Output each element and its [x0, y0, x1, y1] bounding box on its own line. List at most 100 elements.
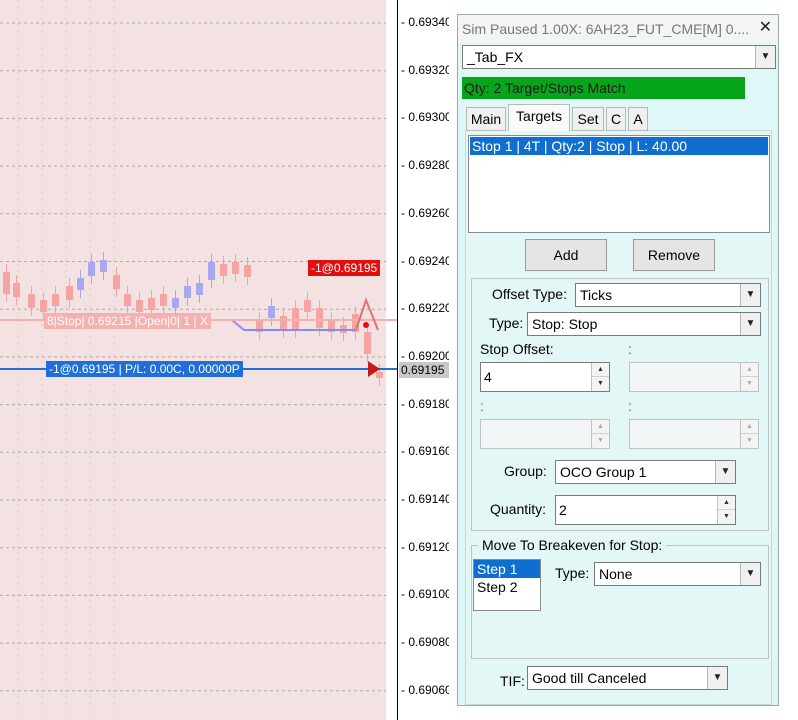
- spinner: ▲ ▼: [740, 420, 758, 448]
- breakeven-steps-list[interactable]: Step 1 Step 2: [473, 559, 541, 611]
- candle-body: [172, 298, 179, 308]
- price-axis-line: [397, 0, 398, 720]
- price-tick-label: - 0.69120: [401, 539, 452, 554]
- price-tick-label: - 0.69220: [401, 301, 452, 316]
- candle-body: [376, 372, 383, 378]
- disabled-stepper: ▲ ▼: [629, 362, 759, 392]
- type-value: Stop: Stop: [532, 316, 598, 332]
- candle-body: [280, 316, 287, 330]
- spinner[interactable]: ▲ ▼: [717, 496, 735, 524]
- candle-body: [13, 283, 20, 297]
- candle-body: [28, 294, 35, 308]
- price-chart[interactable]: [0, 0, 398, 720]
- candle-body: [316, 308, 323, 328]
- up-arrow-icon[interactable]: ▲: [592, 363, 609, 377]
- targets-list[interactable]: Stop 1 | 4T | Qty:2 | Stop | L: 40.00: [468, 135, 770, 233]
- candle-body: [124, 294, 131, 306]
- down-arrow-icon: ▼: [746, 437, 753, 444]
- candle-body: [220, 264, 227, 276]
- order-targets-panel: Sim Paused 1.00X: 6AH23_FUT_CME[M] 0....…: [457, 14, 779, 706]
- list-item[interactable]: Step 2: [474, 578, 540, 596]
- disabled-stepper: ▲ ▼: [629, 419, 759, 449]
- price-tick-label: - 0.69080: [401, 635, 452, 650]
- candle-body: [208, 262, 215, 280]
- panel-title-bar[interactable]: Sim Paused 1.00X: 6AH23_FUT_CME[M] 0....…: [458, 15, 778, 43]
- up-arrow-icon: ▲: [741, 420, 758, 434]
- quantity-label: Quantity:: [490, 501, 547, 517]
- price-tick-label: - 0.69060: [401, 682, 452, 697]
- list-item[interactable]: Stop 1 | 4T | Qty:2 | Stop | L: 40.00: [470, 137, 768, 155]
- price-tick-label: - 0.69280: [401, 158, 452, 173]
- stop-offset-label: Stop Offset:: [480, 341, 554, 357]
- stop-offset-stepper[interactable]: 4 ▲ ▼: [480, 362, 610, 392]
- stop-line-label[interactable]: 8|Stop| 0.69215 |Open|0| 1 | X: [44, 313, 211, 329]
- price-tick-label: - 0.69200: [401, 348, 452, 363]
- group-dropdown[interactable]: OCO Group 1 ▼: [555, 460, 736, 484]
- entry-dot: [363, 322, 369, 328]
- tab-a[interactable]: A: [628, 107, 648, 131]
- candle-body: [184, 286, 191, 298]
- close-icon[interactable]: ✕: [759, 15, 772, 41]
- candle-body: [196, 283, 203, 295]
- candle-body: [268, 306, 275, 318]
- type-dropdown[interactable]: Stop: Stop ▼: [527, 312, 761, 336]
- candle-body: [304, 300, 311, 312]
- price-tick-label: - 0.69100: [401, 587, 452, 602]
- tif-value: Good till Canceled: [532, 670, 647, 686]
- add-button[interactable]: Add: [525, 239, 607, 271]
- candle-body: [77, 278, 84, 290]
- chart-canvas: [0, 0, 398, 720]
- price-tick-label: - 0.69320: [401, 62, 452, 77]
- candle-body: [232, 262, 239, 274]
- breakeven-type-value: None: [599, 566, 633, 582]
- blank-label: :: [480, 398, 484, 414]
- candle-body: [88, 262, 95, 276]
- price-tick-label: - 0.69160: [401, 444, 452, 459]
- tab-targets[interactable]: Targets: [508, 104, 570, 131]
- template-dropdown[interactable]: _Tab_FX ▼: [462, 45, 776, 69]
- tab-c[interactable]: C: [606, 107, 626, 131]
- candle-body: [52, 294, 59, 306]
- current-price-badge: 0.69195: [399, 362, 449, 378]
- list-item[interactable]: Step 1: [474, 560, 540, 578]
- price-tick-label: - 0.69300: [401, 110, 452, 125]
- down-arrow-icon[interactable]: ▼: [592, 377, 609, 391]
- blank-label: :: [628, 398, 632, 414]
- spinner[interactable]: ▲ ▼: [591, 363, 609, 391]
- entry-flag[interactable]: -1@0.69195: [308, 260, 381, 276]
- chevron-down-icon: ▼: [707, 667, 727, 689]
- down-arrow-icon[interactable]: ▼: [718, 510, 735, 524]
- chevron-down-icon: ▼: [755, 46, 775, 68]
- offset-type-label: Offset Type:: [492, 286, 567, 302]
- chevron-down-icon: ▼: [740, 284, 760, 306]
- remove-button[interactable]: Remove: [633, 239, 715, 271]
- tab-set[interactable]: Set: [572, 107, 604, 131]
- breakeven-title: Move To Breakeven for Stop:: [478, 537, 667, 553]
- tab-main[interactable]: Main: [466, 107, 506, 131]
- candle-body: [160, 294, 167, 306]
- price-tick-label: - 0.69180: [401, 396, 452, 411]
- type-label: Type:: [489, 315, 524, 331]
- candle-body: [136, 300, 143, 312]
- tif-dropdown[interactable]: Good till Canceled ▼: [527, 666, 728, 690]
- chevron-down-icon: ▼: [740, 313, 760, 335]
- up-arrow-icon[interactable]: ▲: [718, 496, 735, 510]
- price-tick-label: - 0.69340: [401, 15, 452, 29]
- candle-body: [40, 300, 47, 312]
- offset-type-value: Ticks: [580, 287, 613, 303]
- down-arrow-icon: ▼: [746, 380, 753, 387]
- price-tick-label: - 0.69240: [401, 253, 452, 268]
- chevron-down-icon: ▼: [715, 461, 735, 483]
- breakeven-type-label: Type:: [555, 565, 590, 581]
- template-dropdown-value: _Tab_FX: [467, 49, 524, 65]
- chevron-down-icon: ▼: [740, 563, 760, 585]
- status-bar: Qty: 2 Target/Stops Match: [462, 77, 745, 99]
- quantity-value: 2: [559, 502, 567, 518]
- offset-type-dropdown[interactable]: Ticks ▼: [575, 283, 761, 307]
- candle-body: [66, 286, 73, 300]
- stop-offset-value: 4: [484, 369, 492, 385]
- quantity-stepper[interactable]: 2 ▲ ▼: [555, 495, 736, 525]
- position-line-label[interactable]: -1@0.69195 | P/L: 0.00C, 0.00000P: [46, 361, 243, 377]
- breakeven-type-dropdown[interactable]: None ▼: [594, 562, 761, 586]
- group-label: Group:: [504, 463, 547, 479]
